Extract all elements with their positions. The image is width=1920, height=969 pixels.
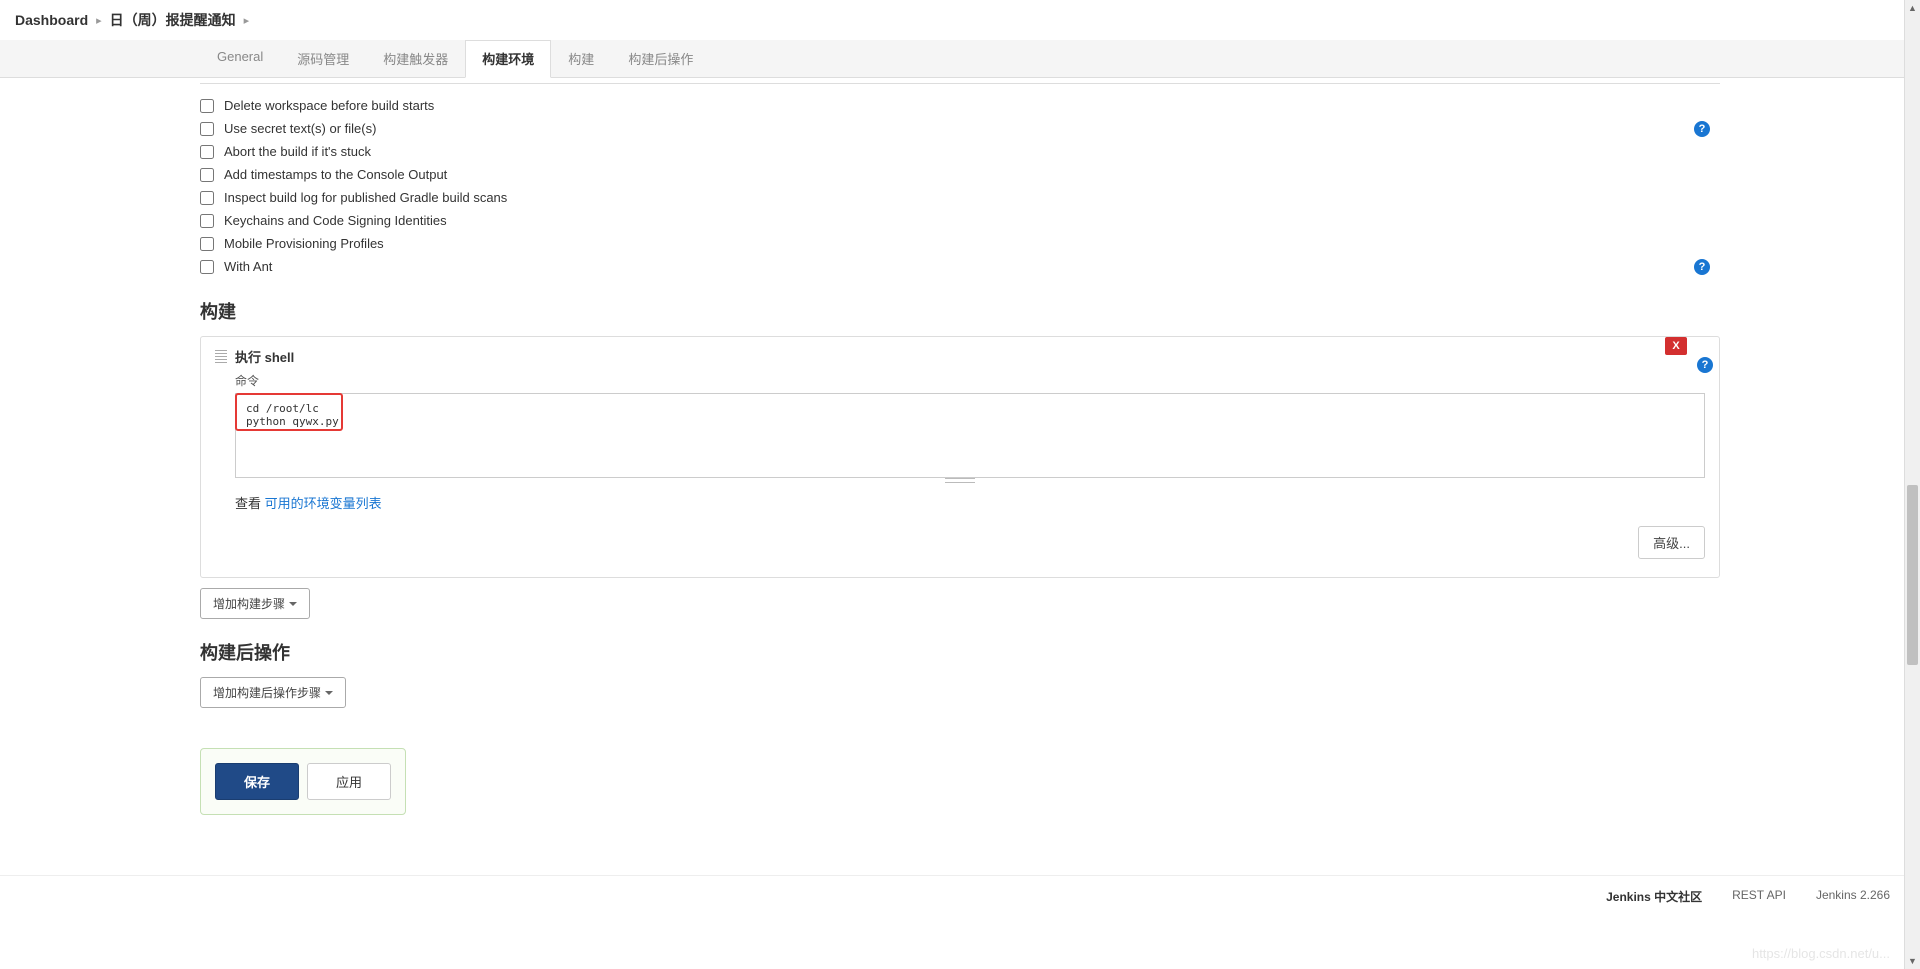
add-build-step-label: 增加构建步骤 — [213, 595, 285, 612]
caret-down-icon — [325, 691, 333, 695]
chevron-right-icon: ▸ — [96, 14, 102, 27]
checkbox-delete-workspace[interactable] — [200, 99, 214, 113]
label-mobile-provisioning: Mobile Provisioning Profiles — [224, 236, 384, 251]
label-timestamps: Add timestamps to the Console Output — [224, 167, 447, 182]
option-timestamps: Add timestamps to the Console Output — [200, 163, 1720, 186]
option-keychains: Keychains and Code Signing Identities — [200, 209, 1720, 232]
add-post-build-label: 增加构建后操作步骤 — [213, 684, 321, 701]
help-icon[interactable]: ? — [1694, 121, 1710, 137]
checkbox-gradle-scans[interactable] — [200, 191, 214, 205]
breadcrumb-job[interactable]: 日（周）报提醒通知 — [110, 10, 236, 30]
footer-rest-api-link[interactable]: REST API — [1732, 888, 1786, 905]
option-mobile-provisioning: Mobile Provisioning Profiles — [200, 232, 1720, 255]
help-icon[interactable]: ? — [1697, 357, 1713, 373]
chevron-right-icon: ▸ — [244, 14, 250, 27]
apply-button[interactable]: 应用 — [307, 763, 391, 800]
env-vars-link[interactable]: 可用的环境变量列表 — [265, 496, 382, 511]
tab-scm[interactable]: 源码管理 — [280, 40, 366, 77]
help-icon[interactable]: ? — [1694, 259, 1710, 275]
label-secret-text: Use secret text(s) or file(s) — [224, 121, 376, 136]
option-with-ant: With Ant ? — [200, 255, 1720, 278]
option-abort-stuck: Abort the build if it's stuck — [200, 140, 1720, 163]
tab-general[interactable]: General — [200, 40, 280, 77]
command-label: 命令 — [235, 372, 1705, 389]
label-with-ant: With Ant — [224, 259, 272, 274]
checkbox-secret-text[interactable] — [200, 122, 214, 136]
section-post-build-title: 构建后操作 — [200, 639, 1720, 665]
footer-community-link[interactable]: Jenkins 中文社区 — [1606, 888, 1702, 905]
tab-build[interactable]: 构建 — [551, 40, 611, 77]
save-apply-bar: 保存 应用 — [200, 748, 406, 815]
scroll-up-icon[interactable]: ▲ — [1905, 0, 1920, 16]
env-vars-note: 查看 可用的环境变量列表 — [235, 493, 1705, 512]
tab-build-env[interactable]: 构建环境 — [465, 40, 551, 78]
checkbox-mobile-provisioning[interactable] — [200, 237, 214, 251]
save-button[interactable]: 保存 — [215, 763, 299, 800]
advanced-button[interactable]: 高级... — [1638, 526, 1705, 559]
option-gradle-scans: Inspect build log for published Gradle b… — [200, 186, 1720, 209]
caret-down-icon — [289, 602, 297, 606]
config-content: Delete workspace before build starts Use… — [0, 78, 1920, 835]
watermark: https://blog.csdn.net/u... — [1752, 946, 1890, 961]
option-delete-workspace: Delete workspace before build starts — [200, 94, 1720, 117]
scrollbar-thumb[interactable] — [1907, 485, 1918, 665]
checkbox-abort-stuck[interactable] — [200, 145, 214, 159]
label-delete-workspace: Delete workspace before build starts — [224, 98, 434, 113]
label-abort-stuck: Abort the build if it's stuck — [224, 144, 371, 159]
drag-handle-icon[interactable] — [215, 350, 227, 364]
scroll-down-icon[interactable]: ▼ — [1905, 953, 1920, 969]
option-secret-text: Use secret text(s) or file(s) ? — [200, 117, 1720, 140]
checkbox-keychains[interactable] — [200, 214, 214, 228]
breadcrumb-dashboard[interactable]: Dashboard — [15, 12, 88, 28]
tab-triggers[interactable]: 构建触发器 — [366, 40, 465, 77]
step-title: 执行 shell — [235, 347, 294, 366]
page-footer: Jenkins 中文社区 REST API Jenkins 2.266 — [0, 875, 1920, 917]
breadcrumb: Dashboard ▸ 日（周）报提醒通知 ▸ — [0, 0, 1920, 40]
add-build-step-button[interactable]: 增加构建步骤 — [200, 588, 310, 619]
delete-step-button[interactable]: X — [1665, 337, 1687, 355]
shell-command-input[interactable] — [235, 393, 1705, 478]
label-keychains: Keychains and Code Signing Identities — [224, 213, 447, 228]
checkbox-timestamps[interactable] — [200, 168, 214, 182]
label-gradle-scans: Inspect build log for published Gradle b… — [224, 190, 507, 205]
config-tabs: General 源码管理 构建触发器 构建环境 构建 构建后操作 — [0, 40, 1920, 78]
section-build-title: 构建 — [200, 298, 1720, 324]
footer-version: Jenkins 2.266 — [1816, 888, 1890, 905]
checkbox-with-ant[interactable] — [200, 260, 214, 274]
tab-post-build[interactable]: 构建后操作 — [611, 40, 710, 77]
note-prefix: 查看 — [235, 496, 265, 511]
build-step-shell: 执行 shell X ? 命令 查看 可用的环境变量列表 高级... — [200, 336, 1720, 578]
scrollbar[interactable]: ▲ ▼ — [1904, 0, 1920, 969]
add-post-build-step-button[interactable]: 增加构建后操作步骤 — [200, 677, 346, 708]
